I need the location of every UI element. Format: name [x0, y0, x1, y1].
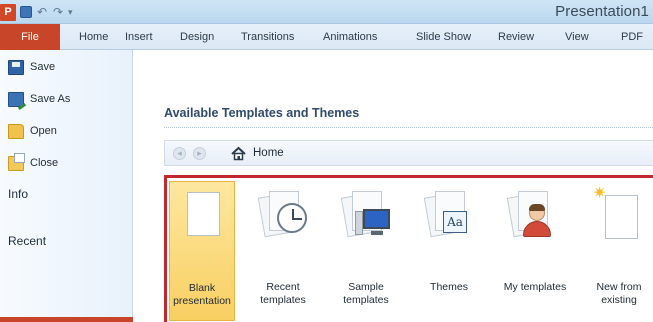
nav-open[interactable]: Open — [8, 122, 57, 140]
ribbon-tabs: File Home Insert Design Transitions Anim… — [0, 24, 653, 50]
breadcrumb-home[interactable]: Home — [253, 147, 284, 159]
template-my-templates[interactable]: My templates — [499, 181, 571, 321]
sparkle-icon: ✷ — [593, 185, 607, 202]
save-as-icon — [8, 91, 24, 107]
template-label: Blank presentation — [173, 282, 231, 307]
backstage-content: Available Templates and Themes ◂ ▸ Home … — [134, 50, 653, 322]
template-sample[interactable]: Sample templates — [333, 181, 399, 321]
tab-animations[interactable]: Animations — [323, 24, 377, 50]
back-arrow-icon[interactable]: ◂ — [173, 147, 186, 160]
tab-slide-show[interactable]: Slide Show — [416, 24, 471, 50]
blank-document-icon — [187, 192, 220, 236]
nav-close-label: Close — [30, 157, 59, 169]
nav-save-as[interactable]: Save As — [8, 90, 70, 108]
quick-save-icon[interactable] — [20, 6, 32, 18]
clock-icon — [277, 203, 307, 233]
section-divider — [164, 127, 653, 128]
nav-save-as-label: Save As — [30, 93, 71, 105]
template-new-from-existing[interactable]: ✷ New from existing — [585, 181, 653, 321]
close-folder-icon — [8, 152, 25, 171]
tab-file[interactable]: File — [0, 24, 60, 50]
tab-pdf[interactable]: PDF — [621, 24, 643, 50]
save-icon — [8, 59, 24, 75]
template-recent[interactable]: Recent templates — [250, 181, 316, 321]
nav-open-label: Open — [30, 125, 57, 137]
template-breadcrumb-bar: ◂ ▸ Home — [164, 140, 653, 166]
template-themes[interactable]: Aa Themes — [416, 181, 482, 321]
undo-icon[interactable]: ↶ — [36, 6, 48, 18]
new-from-existing-icon — [605, 195, 638, 239]
open-folder-icon — [8, 123, 24, 139]
template-blank-presentation[interactable]: Blank presentation — [169, 181, 235, 321]
nav-close[interactable]: Close — [8, 152, 59, 172]
title-bar: P ↶ ↷ ▾ Presentation1 — [0, 0, 653, 24]
powerpoint-logo-icon[interactable]: P — [0, 3, 16, 21]
nav-recent[interactable]: Recent — [8, 234, 46, 248]
template-label: Recent templates — [260, 281, 306, 306]
template-label: My templates — [503, 281, 567, 293]
backstage-nav: Save Save As Open Close Info Recent — [0, 50, 133, 322]
nav-save[interactable]: Save — [8, 58, 55, 76]
tab-insert[interactable]: Insert — [125, 24, 153, 50]
font-aa-icon: Aa — [443, 211, 467, 233]
templates-gallery: Blank presentation Recent templates Samp… — [164, 175, 653, 322]
redo-icon[interactable]: ↷ — [52, 6, 64, 18]
customize-toolbar-icon[interactable]: ▾ — [68, 6, 76, 18]
template-label: New from existing — [596, 281, 642, 306]
nav-save-label: Save — [30, 61, 56, 73]
section-title: Available Templates and Themes — [164, 106, 360, 120]
tab-home[interactable]: Home — [79, 24, 108, 50]
window-title: Presentation1 — [555, 3, 649, 20]
tab-transitions[interactable]: Transitions — [241, 24, 294, 50]
monitor-stand-shape — [371, 231, 383, 235]
template-label: Sample templates — [343, 281, 389, 306]
home-icon[interactable] — [231, 146, 246, 161]
computer-tower-icon — [355, 211, 363, 235]
template-label: Themes — [430, 281, 468, 293]
person-hair-shape — [529, 204, 545, 211]
forward-arrow-icon[interactable]: ▸ — [193, 147, 206, 160]
tab-view[interactable]: View — [565, 24, 589, 50]
nav-info[interactable]: Info — [8, 187, 28, 201]
quick-access-toolbar: P ↶ ↷ ▾ — [0, 3, 76, 21]
nav-new-highlight — [0, 317, 133, 322]
monitor-icon — [363, 209, 390, 229]
tab-design[interactable]: Design — [180, 24, 214, 50]
tab-review[interactable]: Review — [498, 24, 534, 50]
